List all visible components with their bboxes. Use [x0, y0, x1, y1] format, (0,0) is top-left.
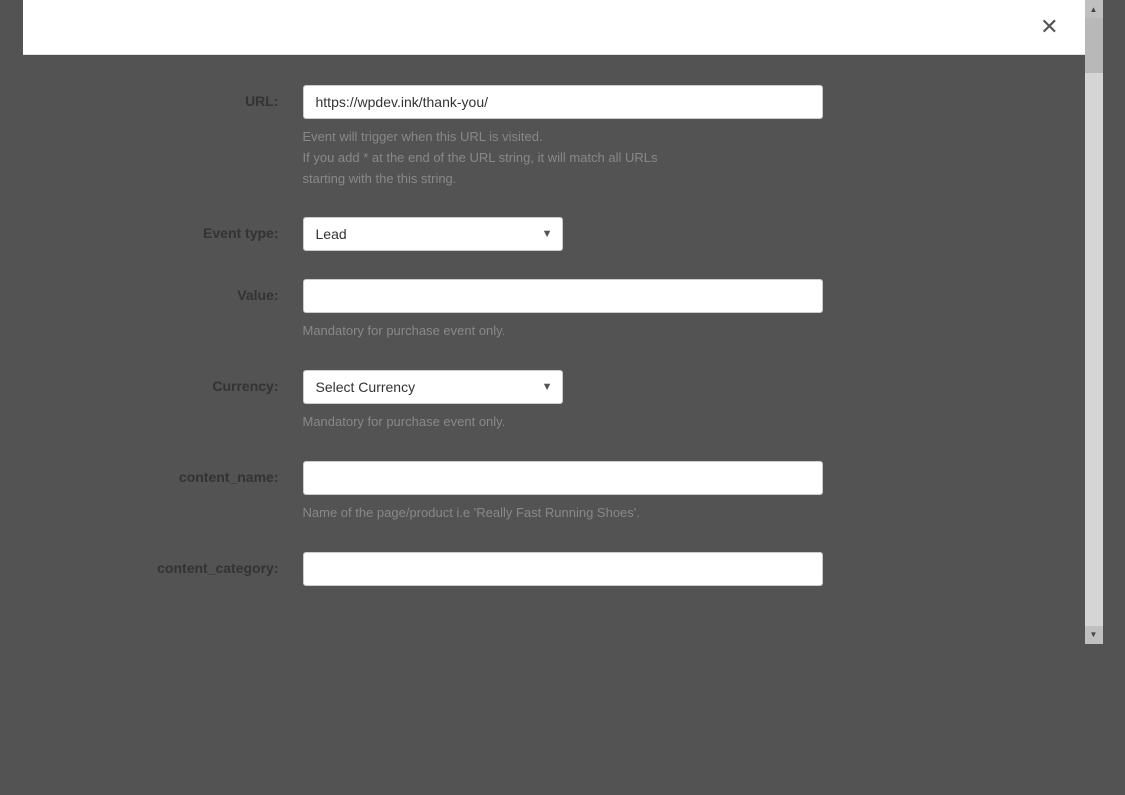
- event-type-content: Lead Purchase ViewContent AddToCart Init…: [303, 217, 1025, 251]
- modal-wrapper: ✕ URL: Event will trigger when this URL …: [23, 0, 1103, 644]
- close-button[interactable]: ✕: [1034, 14, 1064, 40]
- value-content: Mandatory for purchase event only.: [303, 279, 1025, 342]
- modal-overlay: ✕ URL: Event will trigger when this URL …: [0, 0, 1125, 795]
- currency-select-wrapper: Select Currency USD EUR GBP JPY AUD CAD …: [303, 370, 563, 404]
- content-name-row: content_name: Name of the page/product i…: [83, 461, 1025, 524]
- url-input[interactable]: [303, 85, 823, 119]
- currency-label: Currency:: [83, 370, 303, 394]
- scroll-thumb[interactable]: [1085, 18, 1103, 73]
- event-type-label: Event type:: [83, 217, 303, 241]
- content-category-label: content_category:: [83, 552, 303, 576]
- url-label: URL:: [83, 85, 303, 109]
- currency-select[interactable]: Select Currency USD EUR GBP JPY AUD CAD: [303, 370, 563, 404]
- currency-content: Select Currency USD EUR GBP JPY AUD CAD …: [303, 370, 1025, 433]
- modal-header: ✕: [23, 0, 1085, 55]
- modal: ✕ URL: Event will trigger when this URL …: [23, 0, 1085, 644]
- scroll-up-arrow[interactable]: ▲: [1085, 0, 1103, 18]
- url-hint-line3: starting with the this string.: [303, 171, 457, 186]
- url-hint: Event will trigger when this URL is visi…: [303, 127, 823, 189]
- value-row: Value: Mandatory for purchase event only…: [83, 279, 1025, 342]
- scroll-track[interactable]: [1085, 18, 1103, 626]
- currency-row: Currency: Select Currency USD EUR GBP JP…: [83, 370, 1025, 433]
- scrollbar[interactable]: ▲ ▼: [1085, 0, 1103, 644]
- event-type-select[interactable]: Lead Purchase ViewContent AddToCart Init…: [303, 217, 563, 251]
- url-hint-line2: If you add * at the end of the URL strin…: [303, 150, 658, 165]
- currency-hint: Mandatory for purchase event only.: [303, 412, 823, 433]
- content-category-input[interactable]: [303, 552, 823, 586]
- url-content: Event will trigger when this URL is visi…: [303, 85, 1025, 189]
- content-name-hint: Name of the page/product i.e 'Really Fas…: [303, 503, 823, 524]
- content-name-input[interactable]: [303, 461, 823, 495]
- event-type-select-wrapper: Lead Purchase ViewContent AddToCart Init…: [303, 217, 563, 251]
- modal-body: URL: Event will trigger when this URL is…: [23, 55, 1085, 644]
- value-hint: Mandatory for purchase event only.: [303, 321, 823, 342]
- scroll-down-arrow[interactable]: ▼: [1085, 626, 1103, 644]
- url-row: URL: Event will trigger when this URL is…: [83, 85, 1025, 189]
- content-category-content: [303, 552, 1025, 586]
- value-label: Value:: [83, 279, 303, 303]
- content-category-row: content_category:: [83, 552, 1025, 586]
- value-input[interactable]: [303, 279, 823, 313]
- url-hint-line1: Event will trigger when this URL is visi…: [303, 129, 543, 144]
- content-name-label: content_name:: [83, 461, 303, 485]
- content-name-content: Name of the page/product i.e 'Really Fas…: [303, 461, 1025, 524]
- event-type-row: Event type: Lead Purchase ViewContent Ad…: [83, 217, 1025, 251]
